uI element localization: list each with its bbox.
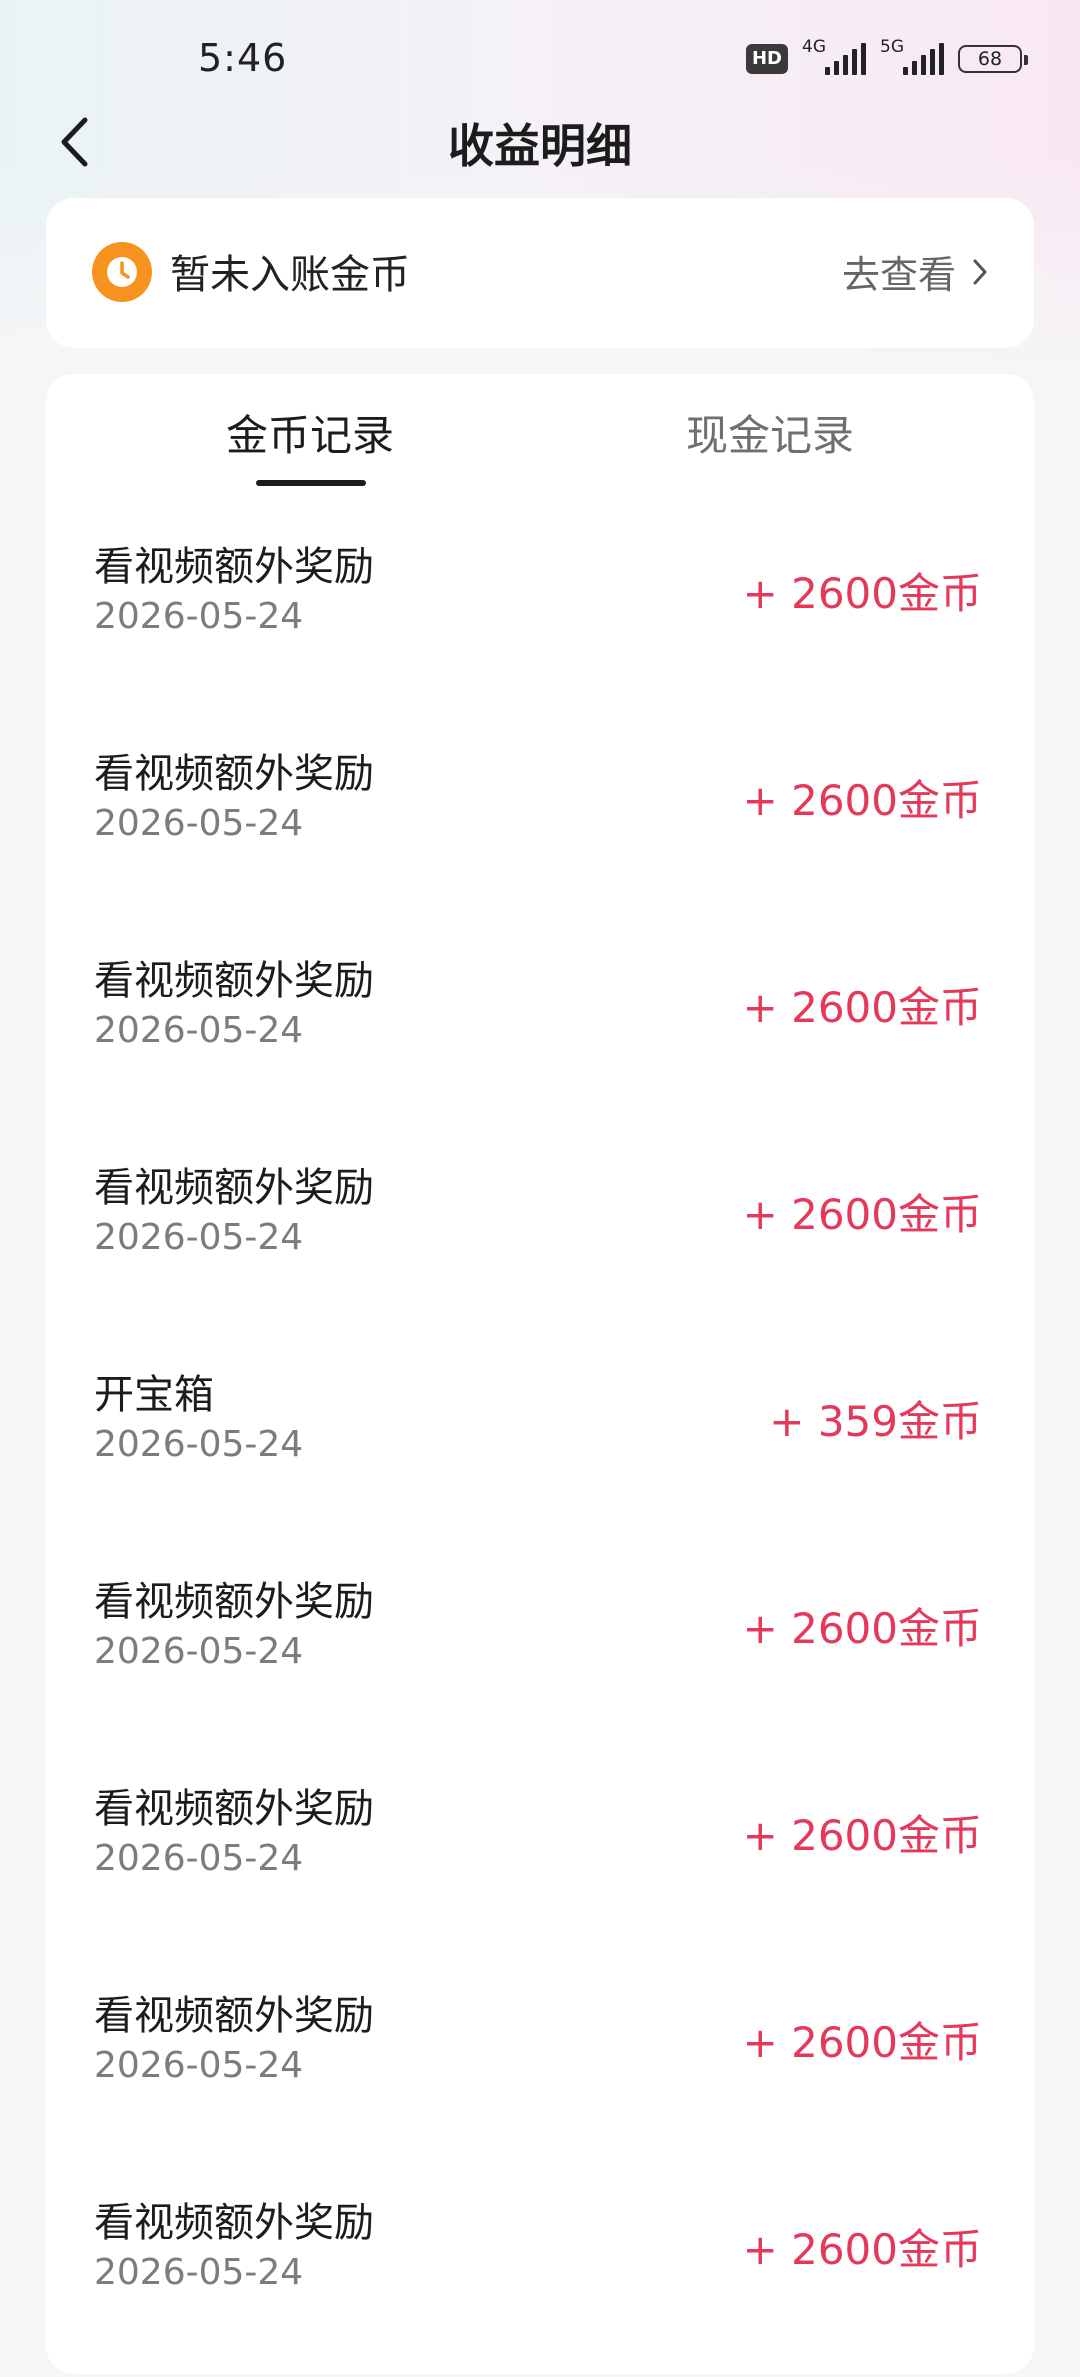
record-date: 2026-05-24 bbox=[94, 2045, 304, 2086]
view-pending-link[interactable]: 去查看 bbox=[842, 244, 988, 299]
record-date: 2026-05-24 bbox=[94, 1424, 304, 1465]
view-pending-text: 去查看 bbox=[841, 253, 956, 297]
record-amount: + 2600金币 bbox=[742, 1190, 982, 1239]
network-type-label: 5G bbox=[880, 37, 904, 57]
record-date: 2026-05-24 bbox=[94, 803, 304, 844]
page-title: 收益明细 bbox=[448, 119, 632, 173]
record-title: 看视频额外奖励 bbox=[94, 1786, 374, 1832]
record-amount: + 2600金币 bbox=[742, 2225, 982, 2274]
hd-voice-icon: HD bbox=[745, 44, 788, 74]
coin-record-list[interactable]: 看视频额外奖励 2026-05-24 + 2600金币 看视频额外奖励 2026… bbox=[46, 514, 1034, 2377]
record-title: 看视频额外奖励 bbox=[94, 958, 374, 1004]
list-item: 看视频额外奖励 2026-05-24 + 2600金币 bbox=[46, 1549, 1034, 1756]
list-item: 看视频额外奖励 2026-05-24 + 2600金币 bbox=[46, 721, 1034, 928]
record-amount: + 2600金币 bbox=[742, 776, 982, 825]
list-item: 看视频额外奖励 2026-05-24 + 2600金币 bbox=[46, 2170, 1034, 2377]
network-type-label: 4G bbox=[802, 37, 826, 57]
pending-coins-card[interactable]: 暂未入账金币 去查看 bbox=[46, 198, 1034, 348]
record-title: 看视频额外奖励 bbox=[94, 544, 374, 590]
record-title: 看视频额外奖励 bbox=[94, 2200, 374, 2246]
list-item: 看视频额外奖励 2026-05-24 + 2600金币 bbox=[46, 514, 1034, 721]
signal-4g-icon: 4G bbox=[802, 37, 866, 77]
list-item: 看视频额外奖励 2026-05-24 + 2600金币 bbox=[46, 928, 1034, 1135]
list-item: 看视频额外奖励 2026-05-24 + 2600金币 bbox=[46, 1135, 1034, 1342]
tab-cash-records[interactable]: 现金记录 bbox=[686, 402, 854, 463]
chevron-right-icon bbox=[973, 259, 987, 284]
record-amount: + 2600金币 bbox=[742, 569, 982, 618]
record-amount: + 2600金币 bbox=[742, 1604, 982, 1653]
record-date: 2026-05-24 bbox=[94, 596, 304, 637]
clock-icon bbox=[92, 242, 152, 302]
chevron-left-icon bbox=[61, 117, 88, 167]
tab-coin-records[interactable]: 金币记录 bbox=[226, 402, 394, 463]
record-amount: + 2600金币 bbox=[742, 983, 982, 1032]
signal-5g-icon: 5G bbox=[880, 37, 944, 77]
list-item: 看视频额外奖励 2026-05-24 + 2600金币 bbox=[46, 1756, 1034, 1963]
battery-icon: 68 bbox=[958, 45, 1028, 73]
pending-coins-label: 暂未入账金币 bbox=[170, 252, 410, 298]
status-bar: 5:46 HD 4G 5G 68 bbox=[0, 0, 1080, 120]
list-item: 开宝箱 2026-05-24 + 359金币 bbox=[46, 1342, 1034, 1549]
record-date: 2026-05-24 bbox=[94, 1631, 304, 1672]
battery-level: 68 bbox=[977, 48, 1003, 70]
record-date: 2026-05-24 bbox=[94, 1217, 304, 1258]
record-title: 看视频额外奖励 bbox=[94, 1993, 374, 2039]
record-title: 看视频额外奖励 bbox=[94, 1165, 374, 1211]
back-button[interactable] bbox=[52, 112, 96, 172]
list-item: 看视频额外奖励 2026-05-24 + 2600金币 bbox=[46, 1963, 1034, 2170]
record-title: 开宝箱 bbox=[94, 1372, 214, 1418]
record-title: 看视频额外奖励 bbox=[94, 1579, 374, 1625]
record-amount: + 2600金币 bbox=[742, 1811, 982, 1860]
records-card: 金币记录 现金记录 看视频额外奖励 2026-05-24 + 2600金币 看视… bbox=[46, 374, 1034, 2374]
record-date: 2026-05-24 bbox=[94, 1010, 304, 1051]
record-amount: + 2600金币 bbox=[742, 2018, 982, 2067]
record-date: 2026-05-24 bbox=[94, 1838, 304, 1879]
record-tabs: 金币记录 现金记录 bbox=[46, 374, 1034, 494]
record-date: 2026-05-24 bbox=[94, 2252, 304, 2293]
status-time: 5:46 bbox=[198, 36, 288, 80]
record-amount: + 359金币 bbox=[769, 1397, 982, 1446]
active-tab-indicator bbox=[256, 480, 366, 486]
record-title: 看视频额外奖励 bbox=[94, 751, 374, 797]
status-icons: HD 4G 5G 68 bbox=[745, 37, 1028, 80]
